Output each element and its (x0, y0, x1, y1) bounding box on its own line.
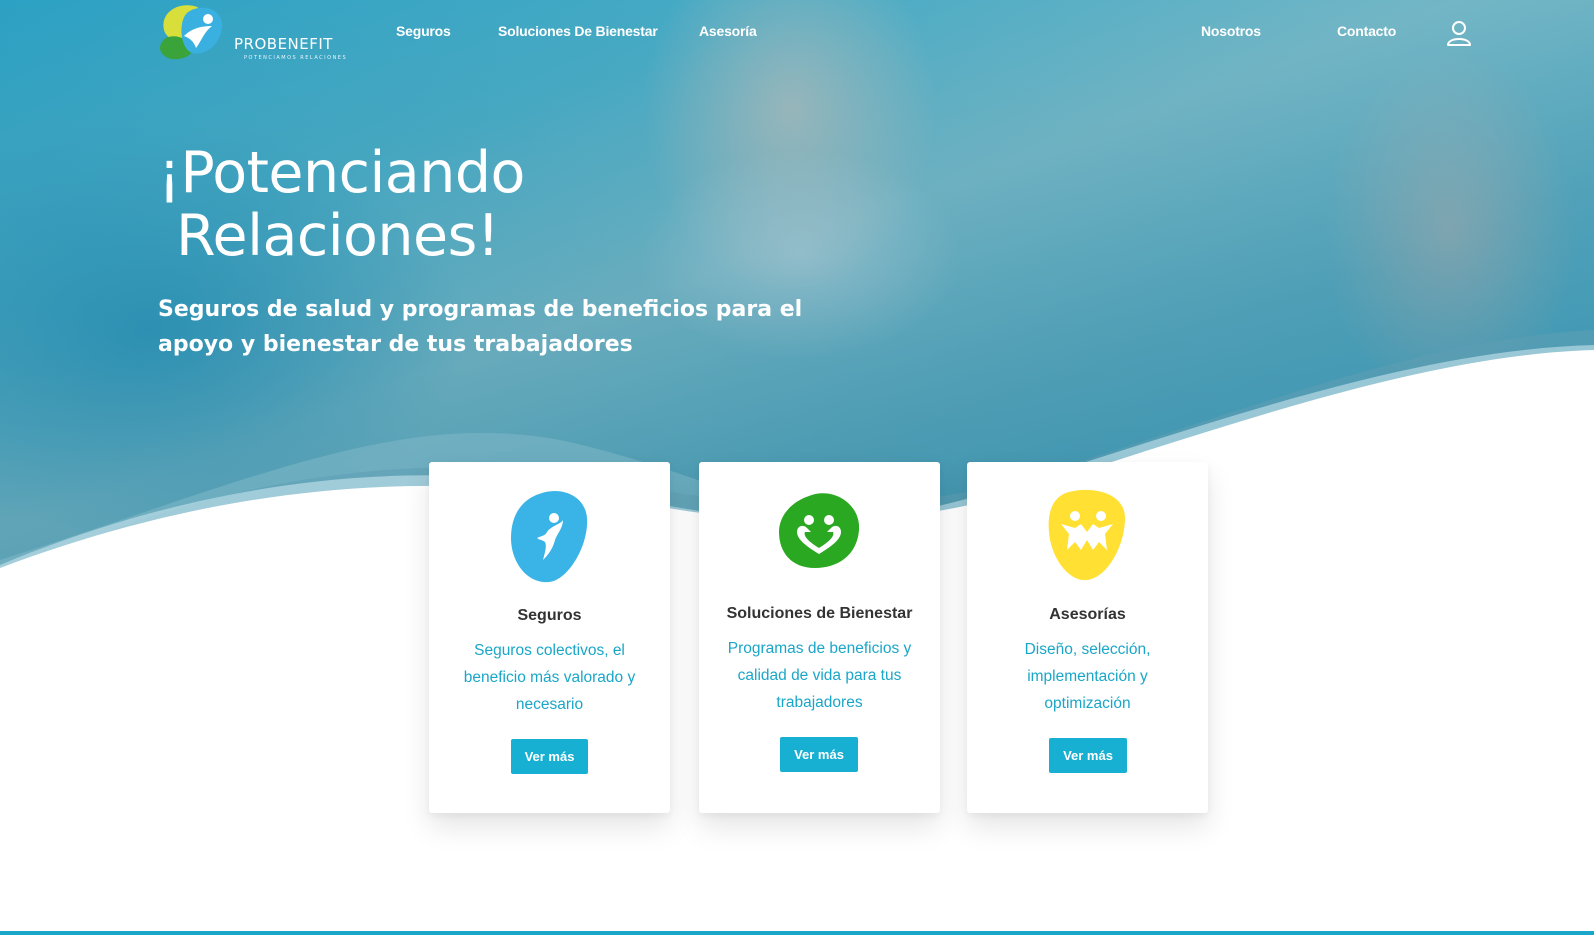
nav-contacto[interactable]: Contacto (1337, 23, 1396, 39)
card-asesorias: Asesorías Diseño, selección, implementac… (967, 462, 1208, 813)
brand-tagline: POTENCIAMOS RELACIONES (244, 55, 348, 61)
card-soluciones-de-bienestar: Soluciones de Bienestar Programas de ben… (699, 462, 940, 813)
nav-asesoria[interactable]: Asesoría (699, 23, 757, 39)
ver-mas-button[interactable]: Ver más (780, 737, 858, 772)
team-stars-icon (1048, 489, 1125, 581)
person-jumping-icon (511, 491, 588, 583)
hero-subtitle: Seguros de salud y programas de benefici… (158, 297, 803, 357)
logo-mark-icon (160, 5, 223, 60)
user-icon[interactable] (1446, 20, 1472, 46)
hero-title-line-2: Relaciones! (176, 203, 500, 269)
card-seguros: Seguros Seguros colectivos, el beneficio… (429, 462, 670, 813)
nav-soluciones-de-bienestar[interactable]: Soluciones De Bienestar (498, 23, 658, 39)
brand-logo[interactable]: PROBENEFIT POTENCIAMOS RELACIONES (158, 2, 348, 62)
card-title: Soluciones de Bienestar (726, 605, 913, 622)
heart-people-icon (779, 493, 859, 568)
card-description: Programas de beneficios y calidad de vid… (727, 640, 912, 711)
ver-mas-button[interactable]: Ver más (1049, 738, 1127, 773)
card-description: Seguros colectivos, el beneficio más val… (463, 642, 636, 713)
brand-name: PROBENEFIT (234, 35, 333, 53)
hero-title: ¡Potenciando Relaciones! (158, 142, 525, 268)
ver-mas-button[interactable]: Ver más (511, 739, 588, 774)
bottom-divider (0, 931, 1594, 935)
hero-title-line-1: ¡Potenciando (158, 140, 525, 206)
nav-seguros[interactable]: Seguros (396, 23, 451, 39)
card-description: Diseño, selección, implementación y opti… (1024, 641, 1151, 712)
card-title: Asesorías (1049, 606, 1126, 623)
card-title: Seguros (517, 607, 582, 624)
nav-nosotros[interactable]: Nosotros (1201, 23, 1261, 39)
site-header: PROBENEFIT POTENCIAMOS RELACIONES Seguro… (0, 0, 1594, 64)
